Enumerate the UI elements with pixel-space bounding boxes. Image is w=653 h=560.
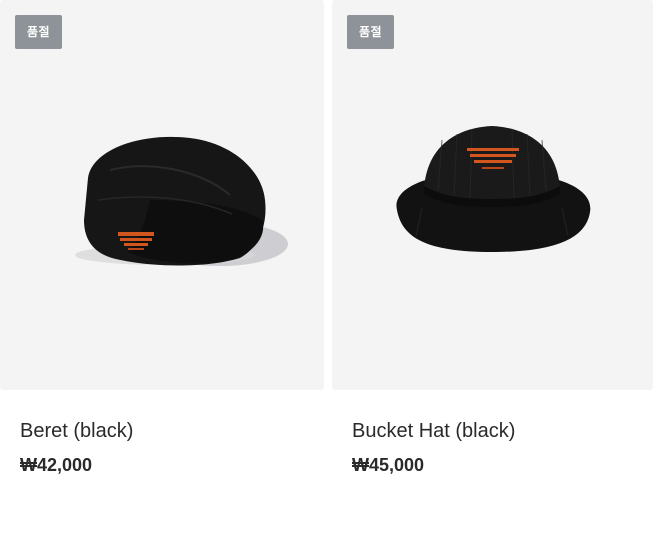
product-price: ₩42,000	[20, 455, 93, 475]
product-grid: 품절 Beret (black) ₩42,000 품절 Bucket Hat (…	[0, 0, 653, 560]
product-thumbnail[interactable]: 품절	[0, 0, 324, 390]
sold-out-badge: 품절	[347, 15, 395, 49]
product-card-beret[interactable]: 품절 Beret (black) ₩42,000	[0, 0, 324, 475]
product-name[interactable]: Beret (black)	[20, 420, 133, 443]
product-price: ₩45,000	[352, 455, 425, 475]
product-name[interactable]: Bucket Hat (black)	[352, 420, 515, 443]
sold-out-badge: 품절	[15, 15, 63, 49]
product-thumbnail[interactable]: 품절	[332, 0, 653, 390]
bucket-hat-icon	[396, 126, 591, 252]
product-card-bucket-hat[interactable]: 품절 Bucket Hat (black) ₩45,000	[332, 0, 653, 475]
beret-icon	[75, 136, 288, 266]
